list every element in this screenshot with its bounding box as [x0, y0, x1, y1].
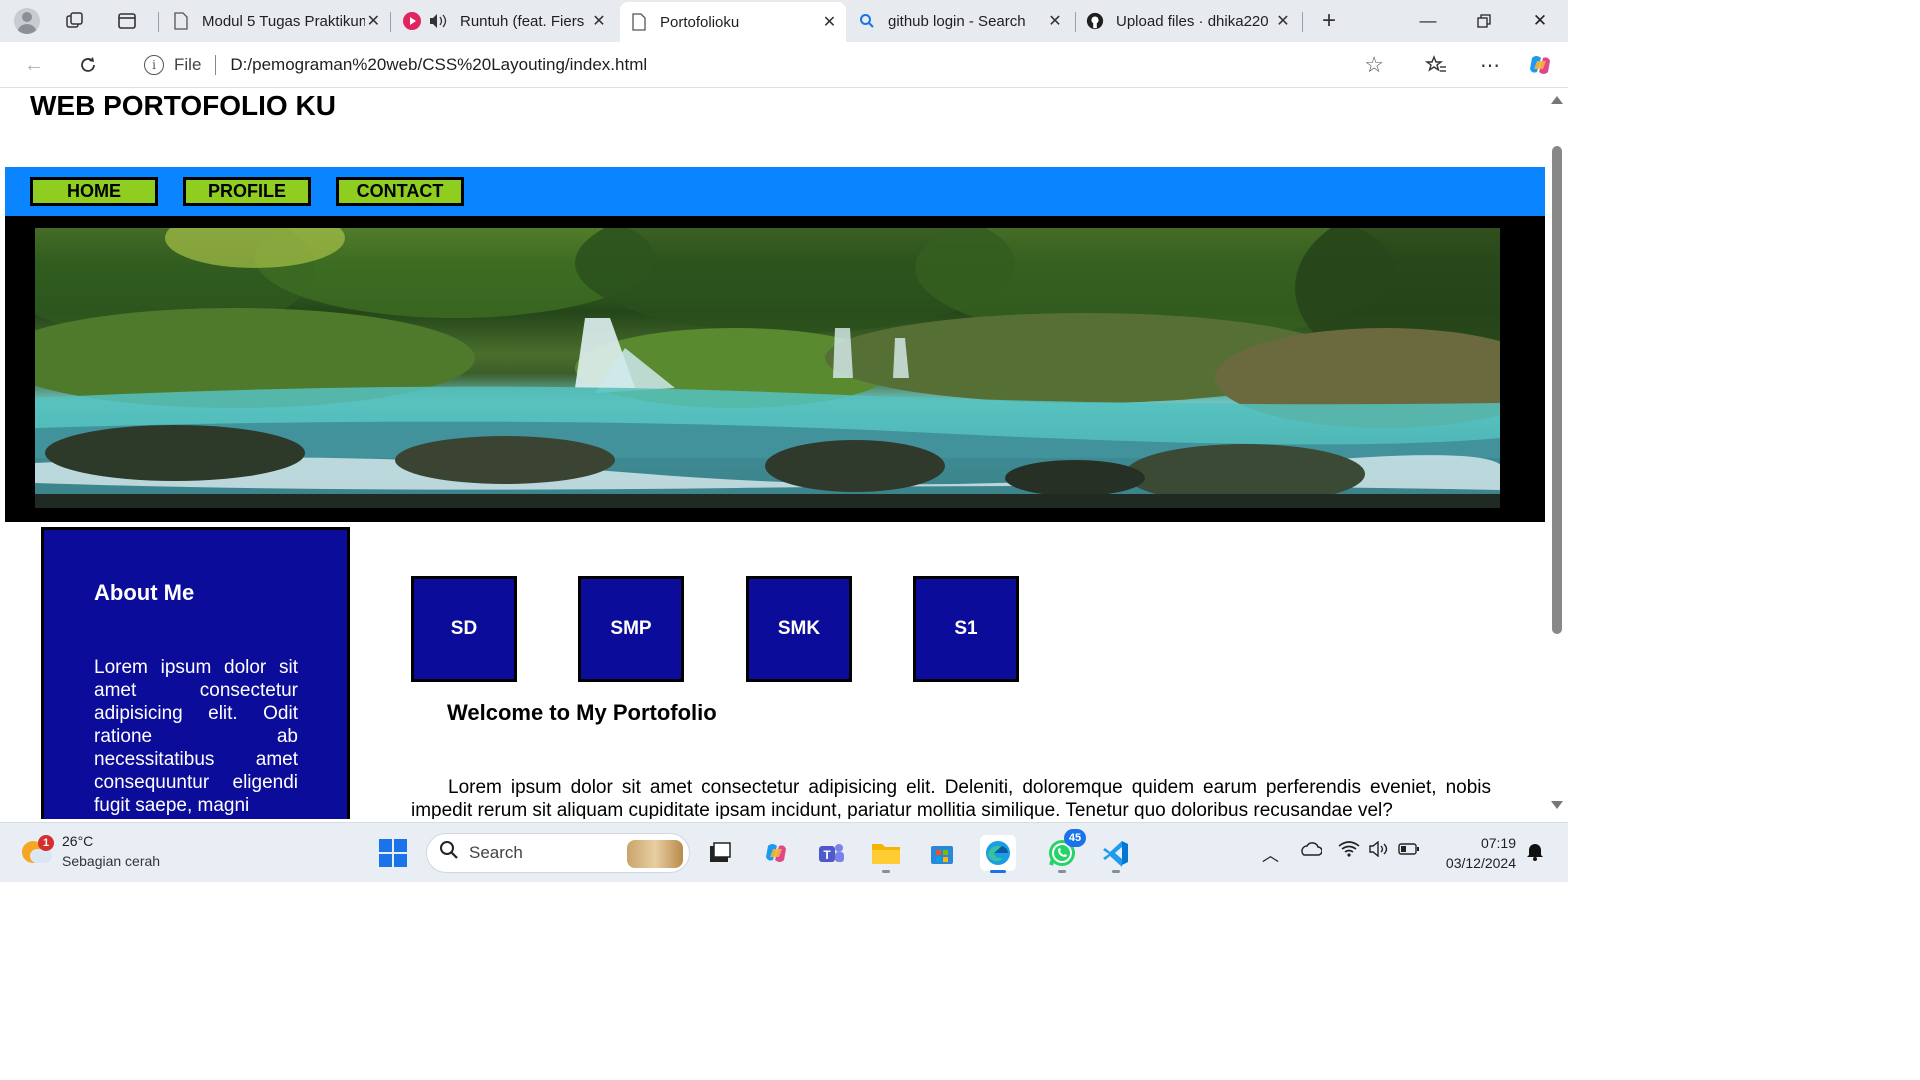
close-icon[interactable]: ✕ — [1274, 11, 1292, 31]
tab-title: Portofolioku — [660, 13, 740, 31]
close-window-icon[interactable]: ✕ — [1512, 0, 1568, 42]
page-icon — [172, 12, 190, 30]
start-windows-icon[interactable] — [375, 835, 411, 871]
page-icon — [630, 13, 648, 31]
task-view-icon[interactable] — [702, 835, 738, 871]
taskbar-search[interactable]: Search — [426, 833, 690, 873]
waterfall-image — [35, 228, 1500, 508]
profile-avatar-icon[interactable] — [14, 8, 40, 34]
edu-box-smp: SMP — [578, 576, 684, 682]
tab-portofolioku[interactable]: Portofolioku ✕ — [620, 2, 846, 42]
vscode-icon[interactable] — [1098, 835, 1134, 873]
weather-badge: 1 — [38, 835, 54, 851]
copilot-icon[interactable] — [1526, 51, 1554, 79]
weather-widget[interactable]: 1 26°C Sebagian cerah — [22, 831, 160, 871]
search-highlight-image — [627, 840, 683, 868]
edu-box-sd: SD — [411, 576, 517, 682]
scroll-thumb[interactable] — [1552, 146, 1562, 634]
nav-contact-button[interactable]: CONTACT — [336, 177, 464, 206]
search-icon — [439, 840, 459, 866]
browser-toolbar: ← i File D:/pemograman%20web/CSS%20Layou… — [0, 42, 1568, 88]
file-explorer-icon[interactable] — [868, 835, 904, 873]
tab-title: Upload files · dhika2205 — [1116, 12, 1268, 30]
weather-condition: Sebagian cerah — [62, 853, 161, 869]
microsoft-store-icon[interactable] — [924, 835, 960, 871]
intro-paragraph: Lorem ipsum dolor sit amet consectetur a… — [411, 777, 1491, 819]
show-hidden-icons-icon[interactable]: ︿ — [1262, 841, 1279, 866]
address-bar[interactable]: i File D:/pemograman%20web/CSS%20Layouti… — [124, 47, 1400, 83]
tab-actions-icon[interactable] — [114, 8, 140, 34]
tab-title: Modul 5 Tugas Praktikum — [202, 12, 365, 30]
about-heading: About Me — [94, 580, 195, 605]
whatsapp-badge: 45 — [1064, 829, 1086, 847]
url-scheme: File — [174, 55, 202, 74]
volume-icon[interactable] — [1368, 840, 1390, 862]
taskbar: 1 26°C Sebagian cerah Search T 45 ︿ 07:1… — [0, 822, 1568, 882]
hero-banner — [5, 216, 1545, 522]
nav-profile-button[interactable]: PROFILE — [183, 177, 311, 206]
tab-strip: Modul 5 Tugas Praktikum ✕ Runtuh (feat. … — [0, 0, 1568, 42]
favorites-icon[interactable] — [1422, 51, 1450, 79]
whatsapp-icon[interactable]: 45 — [1044, 829, 1086, 873]
music-icon — [402, 12, 448, 30]
about-me-panel: About Me Lorem ipsum dolor sit amet cons… — [41, 527, 350, 819]
github-icon — [1086, 12, 1104, 30]
wifi-icon[interactable] — [1338, 841, 1360, 862]
clock-time: 07:19 — [1480, 835, 1516, 851]
tab-upload-files[interactable]: Upload files · dhika2205 ✕ — [1078, 0, 1300, 42]
tab-title: github login - Search — [888, 12, 1026, 30]
navbar: HOME PROFILE CONTACT — [5, 167, 1545, 216]
nav-home-button[interactable]: HOME — [30, 177, 158, 206]
close-icon[interactable]: ✕ — [590, 11, 608, 31]
more-options-icon[interactable]: ⋯ — [1476, 51, 1504, 79]
site-info-icon[interactable]: i — [144, 55, 164, 75]
restore-icon[interactable] — [1456, 0, 1512, 42]
onedrive-cloud-icon[interactable] — [1298, 841, 1323, 862]
site-title: WEB PORTOFOLIO KU — [30, 90, 336, 121]
edu-box-smk: SMK — [746, 576, 852, 682]
new-tab-icon[interactable]: + — [1316, 7, 1342, 34]
taskbar-search-label: Search — [469, 843, 523, 862]
minimize-icon[interactable]: — — [1400, 0, 1456, 42]
scroll-up-arrow-icon[interactable] — [1551, 96, 1563, 104]
copilot-app-icon[interactable] — [758, 835, 794, 871]
close-icon[interactable]: ✕ — [1046, 11, 1064, 31]
url-text[interactable]: D:/pemograman%20web/CSS%20Layouting/inde… — [230, 55, 647, 75]
close-icon[interactable]: ✕ — [821, 12, 838, 32]
notification-bell-icon[interactable] — [1526, 841, 1544, 866]
edu-box-s1: S1 — [913, 576, 1019, 682]
teams-icon[interactable]: T — [813, 835, 849, 871]
about-text: Lorem ipsum dolor sit amet consectetur a… — [94, 657, 298, 816]
tab-modul[interactable]: Modul 5 Tugas Praktikum ✕ — [164, 0, 390, 42]
tab-title: Runtuh (feat. Fiersa Besari) — [460, 12, 584, 30]
clock-date: 03/12/2024 — [1445, 855, 1516, 871]
workspaces-icon[interactable] — [62, 8, 88, 34]
weather-icon: 1 — [22, 835, 54, 865]
welcome-heading: Welcome to My Portofolio — [447, 700, 717, 725]
favorite-star-icon[interactable]: ☆ — [1364, 52, 1384, 78]
scroll-down-arrow-icon[interactable] — [1551, 801, 1563, 809]
back-arrow-icon[interactable]: ← — [20, 51, 48, 79]
svg-text:T: T — [823, 848, 831, 862]
page-viewport: WEB PORTOFOLIO KU HOME PROFILE CONTACT A… — [0, 88, 1568, 819]
system-clock[interactable]: 07:19 03/12/2024 — [1446, 833, 1516, 873]
weather-temp: 26°C — [62, 833, 94, 849]
close-icon[interactable]: ✕ — [365, 11, 382, 31]
search-icon — [858, 12, 876, 30]
page-scrollbar[interactable] — [1546, 88, 1568, 819]
edge-browser-icon[interactable] — [980, 835, 1016, 873]
tab-github-search[interactable]: github login - Search ✕ — [850, 0, 1072, 42]
tab-runtuh[interactable]: Runtuh (feat. Fiersa Besari) ✕ — [394, 0, 616, 42]
refresh-icon[interactable] — [74, 51, 102, 79]
battery-icon[interactable] — [1398, 841, 1420, 861]
